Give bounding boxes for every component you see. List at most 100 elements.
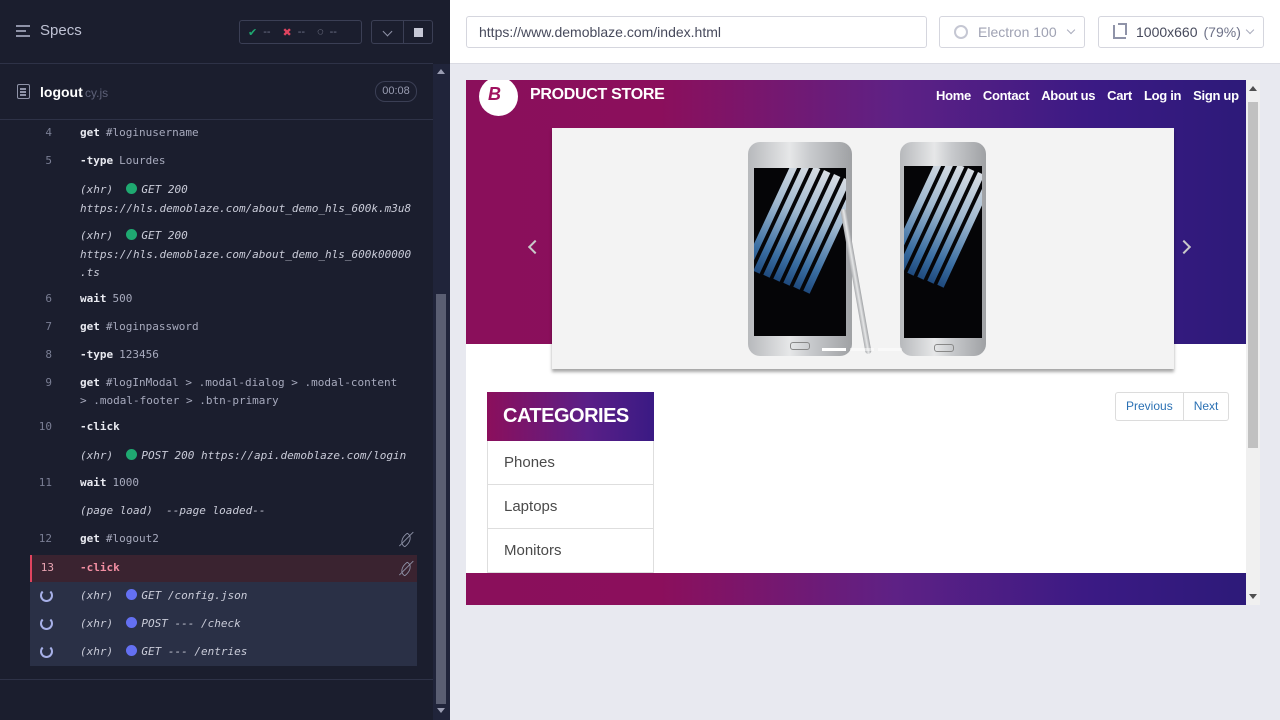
xhr-label: (xhr): [80, 645, 114, 658]
browser-name: Electron 100: [978, 24, 1057, 40]
command-number: 8: [45, 348, 52, 361]
status-dot-icon: [126, 589, 138, 600]
divider: [0, 679, 433, 680]
viewport-selector[interactable]: 1000x660 (79%): [1098, 16, 1264, 48]
xhr-label: (xhr): [80, 449, 114, 462]
command-name: -click: [80, 561, 120, 574]
xhr-label: (xhr): [80, 183, 114, 196]
scroll-thumb[interactable]: [436, 294, 446, 704]
xhr-row-pending[interactable]: (xhr) POST --- /check: [30, 610, 417, 638]
viewport-size: 1000x660: [1136, 24, 1198, 40]
spinner-icon: [40, 617, 53, 630]
footer-band: [466, 573, 1246, 605]
carousel-next-icon[interactable]: [1176, 239, 1192, 255]
xhr-row[interactable]: (xhr) GET 200 https://hls.demoblaze.com/…: [30, 229, 417, 283]
next-button[interactable]: Next: [1182, 392, 1230, 421]
stop-button[interactable]: [403, 20, 433, 44]
scroll-thumb[interactable]: [1248, 102, 1258, 448]
chevron-down-icon: [1066, 25, 1076, 35]
command-arg: #loginpassword: [105, 320, 199, 333]
page-load-text: --page loaded--: [166, 504, 266, 517]
preview-header: https://www.demoblaze.com/index.html Ele…: [450, 0, 1280, 64]
brand-name[interactable]: PRODUCT STORE: [530, 86, 665, 104]
pagination: Previous Next: [1115, 392, 1230, 421]
scroll-up-icon[interactable]: [437, 69, 445, 74]
xhr-method-status: GET 200: [141, 183, 188, 196]
specs-label: Specs: [40, 22, 82, 39]
scroll-down-icon[interactable]: [1249, 594, 1257, 599]
xhr-row-pending[interactable]: (xhr) GET /config.json: [30, 582, 417, 610]
command-row[interactable]: 7 get #loginpassword: [30, 320, 417, 336]
store-logo[interactable]: B: [479, 80, 518, 116]
phone-image: [748, 142, 852, 356]
nav-links: Home Contact About us Cart Log in Sign u…: [936, 88, 1239, 103]
specs-button[interactable]: Specs: [16, 22, 82, 39]
command-row[interactable]: 10 -click: [30, 420, 417, 436]
pending-count: --: [329, 26, 337, 38]
eye-slash-icon: [398, 561, 414, 577]
nav-sign-up[interactable]: Sign up: [1193, 88, 1239, 103]
scroll-up-icon[interactable]: [1249, 86, 1257, 91]
command-row[interactable]: 5 -type Lourdes: [30, 154, 417, 170]
category-laptops[interactable]: Laptops: [487, 485, 654, 529]
command-arg-cont: > .modal-footer > .btn-primary: [80, 394, 279, 407]
zoom-level: (79%): [1203, 24, 1241, 40]
app-preview: https://www.demoblaze.com/index.html Ele…: [450, 0, 1280, 720]
nav-contact[interactable]: Contact: [983, 88, 1030, 103]
scroll-down-icon[interactable]: [437, 708, 445, 713]
category-monitors[interactable]: Monitors: [487, 529, 654, 573]
command-number: 7: [45, 320, 52, 333]
chevron-down-icon[interactable]: [371, 20, 403, 44]
carousel-indicator[interactable]: [850, 348, 874, 351]
xhr-row[interactable]: (xhr) POST 200 https://api.demoblaze.com…: [30, 449, 417, 465]
command-name: wait: [80, 476, 107, 489]
command-row-failed[interactable]: 13 -click: [30, 555, 417, 582]
command-log-scrollbar[interactable]: [433, 64, 450, 720]
carousel-prev-icon[interactable]: [527, 239, 543, 255]
category-phones[interactable]: Phones: [487, 441, 654, 485]
nav-about-us[interactable]: About us: [1041, 88, 1095, 103]
command-name: get: [80, 126, 100, 139]
categories-list: CATEGORIES Phones Laptops Monitors: [487, 392, 654, 574]
eye-slash-icon: [398, 532, 414, 548]
command-row[interactable]: 12 get #logout2: [30, 532, 417, 548]
xhr-url: https://hls.demoblaze.com/about_demo_hls…: [80, 248, 412, 261]
carousel-indicator[interactable]: [878, 348, 902, 351]
carousel-indicator[interactable]: [822, 348, 846, 351]
categories-title[interactable]: CATEGORIES: [487, 392, 654, 441]
xhr-row-pending[interactable]: (xhr) GET --- /entries: [30, 638, 417, 666]
url-bar[interactable]: https://www.demoblaze.com/index.html: [466, 16, 927, 48]
nav-log-in[interactable]: Log in: [1144, 88, 1181, 103]
xhr-method-status: POST 200 https://api.demoblaze.com/login: [141, 449, 407, 462]
browser-selector[interactable]: Electron 100: [939, 16, 1085, 48]
command-name: -type: [80, 154, 114, 167]
chevron-down-icon: [1245, 25, 1255, 35]
status-dot-icon: [126, 183, 138, 194]
command-row[interactable]: 6 wait 500: [30, 292, 417, 308]
xhr-url: https://hls.demoblaze.com/about_demo_hls…: [80, 202, 412, 215]
carousel-slide: [552, 128, 1174, 369]
command-row[interactable]: 9 get #logInModal > .modal-dialog > .moda…: [30, 376, 417, 410]
xhr-label: (xhr): [80, 589, 114, 602]
command-name: get: [80, 320, 100, 333]
command-name: -type: [80, 348, 114, 361]
xhr-row[interactable]: (xhr) GET 200 https://hls.demoblaze.com/…: [30, 183, 417, 219]
command-arg: 500: [112, 292, 133, 305]
command-row[interactable]: 4 get #loginusername: [30, 126, 417, 142]
command-row[interactable]: 11 wait 1000: [30, 476, 417, 492]
phone-image: [900, 142, 986, 356]
command-log-panel: Specs ✔ -- ✖ -- ◌ -- logout cy.js 00:08 …: [0, 0, 433, 720]
xhr-url-cont: .ts: [80, 266, 100, 279]
app-under-test: B PRODUCT STORE Home Contact About us Ca…: [466, 80, 1260, 605]
command-number: 9: [45, 376, 52, 389]
spec-extension: cy.js: [85, 86, 109, 100]
failed-count: --: [297, 26, 306, 38]
passed-count: --: [263, 26, 271, 38]
command-row[interactable]: 8 -type 123456: [30, 348, 417, 364]
nav-cart[interactable]: Cart: [1107, 88, 1132, 103]
page-scrollbar[interactable]: [1246, 80, 1260, 605]
xhr-method-status: GET /config.json: [141, 589, 248, 602]
previous-button[interactable]: Previous: [1115, 392, 1183, 421]
nav-home[interactable]: Home: [936, 88, 971, 103]
logo-letter: B: [488, 84, 501, 104]
